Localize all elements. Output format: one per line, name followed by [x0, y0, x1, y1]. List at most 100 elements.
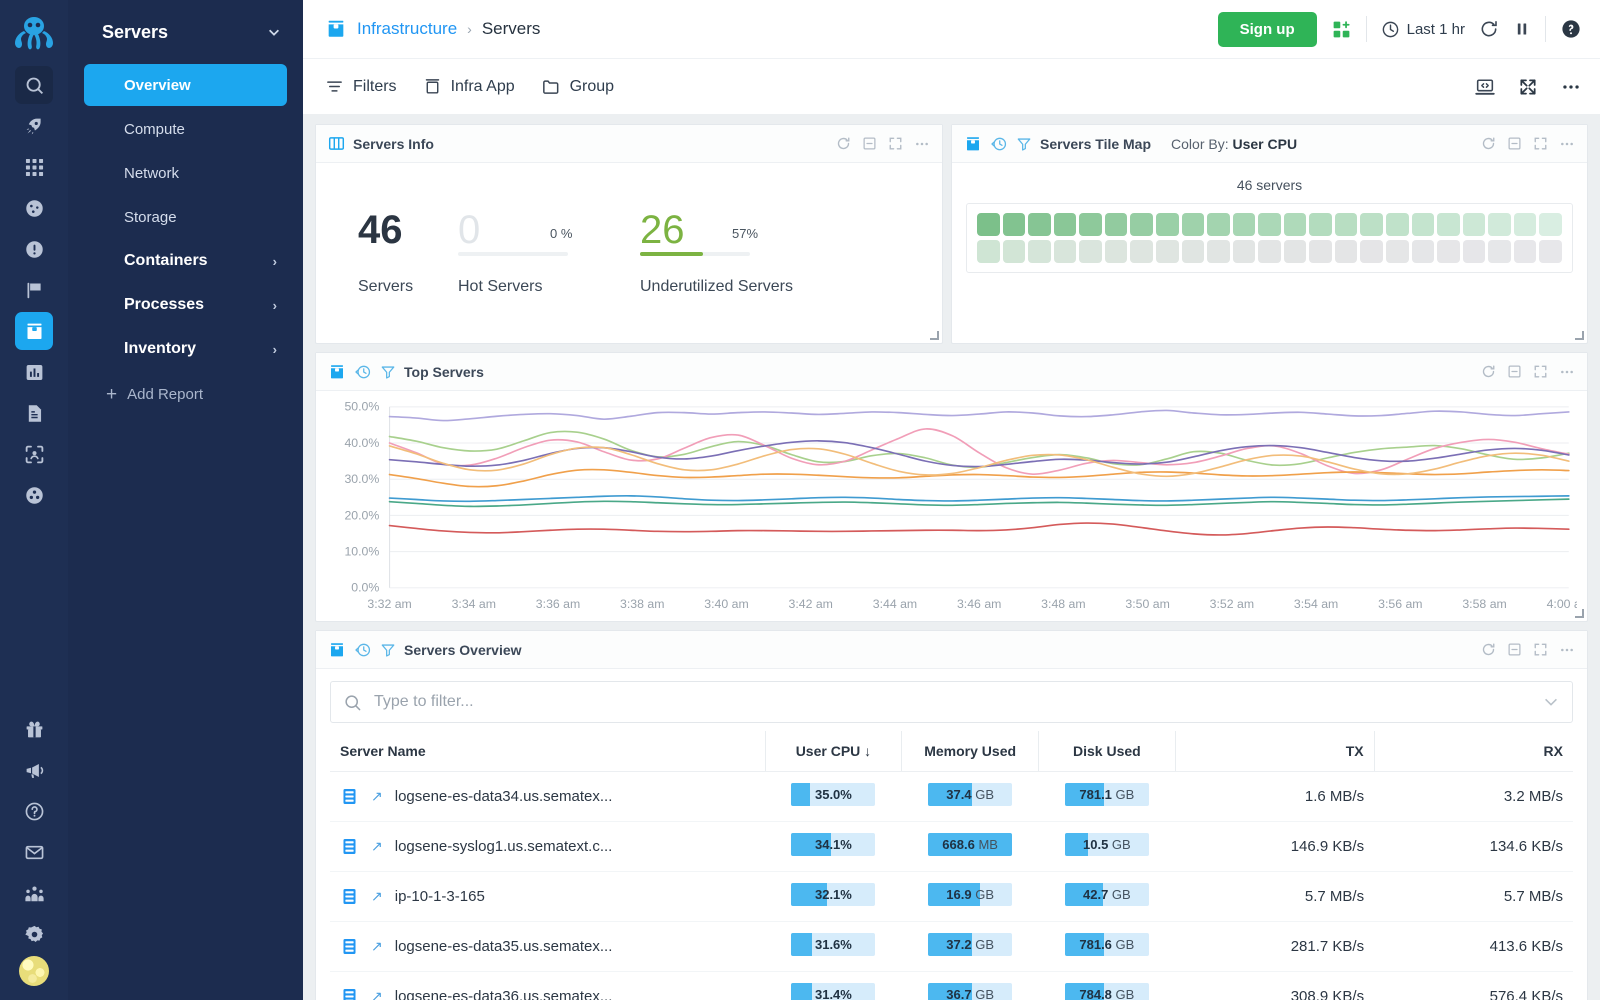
- server-tile[interactable]: [1386, 240, 1409, 263]
- sidebar-title-servers[interactable]: Servers: [84, 0, 287, 64]
- more-options-icon[interactable]: [1559, 364, 1575, 380]
- server-tile[interactable]: [1309, 213, 1332, 236]
- server-tile[interactable]: [1156, 213, 1179, 236]
- server-tile[interactable]: [1488, 240, 1511, 263]
- mail-icon[interactable]: [15, 833, 53, 871]
- server-tile[interactable]: [1514, 213, 1537, 236]
- server-tile[interactable]: [1258, 213, 1281, 236]
- sign-up-button[interactable]: Sign up: [1218, 12, 1317, 47]
- server-tile[interactable]: [1335, 213, 1358, 236]
- filter-funnel-icon[interactable]: [380, 642, 396, 658]
- time-range-picker[interactable]: Last 1 hr: [1381, 20, 1465, 39]
- server-tile[interactable]: [1003, 240, 1026, 263]
- server-tile[interactable]: [1335, 240, 1358, 263]
- breadcrumb-infrastructure[interactable]: Infrastructure: [357, 19, 457, 39]
- external-link-icon[interactable]: ↗: [371, 988, 383, 1000]
- server-tile[interactable]: [1488, 213, 1511, 236]
- server-tile[interactable]: [1079, 213, 1102, 236]
- minimize-icon[interactable]: [1507, 642, 1522, 657]
- rocket-icon[interactable]: [15, 107, 53, 145]
- minimize-icon[interactable]: [1507, 364, 1522, 379]
- sidebar-item-compute[interactable]: Compute: [84, 108, 287, 150]
- help-icon[interactable]: [1560, 18, 1582, 40]
- sidebar-item-storage[interactable]: Storage: [84, 196, 287, 238]
- refresh-icon[interactable]: [1481, 136, 1496, 151]
- sidebar-item-inventory[interactable]: Inventory›: [84, 328, 287, 370]
- user-scan-icon[interactable]: [15, 435, 53, 473]
- column-header-tx[interactable]: TX: [1175, 731, 1374, 772]
- minimize-icon[interactable]: [862, 136, 877, 151]
- add-dashboard-icon[interactable]: [1331, 19, 1352, 40]
- search-icon[interactable]: [15, 66, 53, 104]
- embed-code-icon[interactable]: [1474, 76, 1496, 98]
- filter-box[interactable]: [330, 681, 1573, 723]
- server-tile[interactable]: [1182, 213, 1205, 236]
- server-tile[interactable]: [977, 240, 1000, 263]
- table-row[interactable]: ↗logsene-es-data34.us.sematex...35.0%37.…: [330, 772, 1573, 822]
- filter-funnel-icon[interactable]: [380, 364, 396, 380]
- filters-button[interactable]: Filters: [325, 77, 397, 96]
- sidebar-item-processes[interactable]: Processes›: [84, 284, 287, 326]
- server-tile[interactable]: [1130, 240, 1153, 263]
- server-tile[interactable]: [1412, 240, 1435, 263]
- panel-resize-handle[interactable]: [1575, 609, 1584, 618]
- sidebar-item-network[interactable]: Network: [84, 152, 287, 194]
- time-history-icon[interactable]: [990, 135, 1008, 153]
- infra-app-button[interactable]: Infra App: [423, 77, 515, 96]
- alert-circle-icon[interactable]: [15, 230, 53, 268]
- expand-icon[interactable]: [1533, 136, 1548, 151]
- refresh-icon[interactable]: [1481, 642, 1496, 657]
- add-report-button[interactable]: + Add Report: [84, 372, 287, 416]
- team-icon[interactable]: [15, 874, 53, 912]
- more-options-icon[interactable]: [1560, 76, 1582, 98]
- refresh-icon[interactable]: [836, 136, 851, 151]
- server-tile[interactable]: [1514, 240, 1537, 263]
- soccer-ball-icon[interactable]: [15, 476, 53, 514]
- sidebar-item-containers[interactable]: Containers›: [84, 240, 287, 282]
- server-tile[interactable]: [1539, 240, 1562, 263]
- server-tile[interactable]: [1207, 240, 1230, 263]
- table-row[interactable]: ↗logsene-es-data35.us.sematex...31.6%37.…: [330, 922, 1573, 972]
- flag-icon[interactable]: [15, 271, 53, 309]
- server-tile[interactable]: [1309, 240, 1332, 263]
- more-options-icon[interactable]: [1559, 136, 1575, 152]
- chevron-down-icon[interactable]: [1542, 693, 1560, 711]
- server-tile[interactable]: [1028, 240, 1051, 263]
- server-tile[interactable]: [1105, 240, 1128, 263]
- server-tile[interactable]: [1258, 240, 1281, 263]
- avatar[interactable]: [19, 956, 49, 986]
- bar-chart-icon[interactable]: [15, 353, 53, 391]
- expand-icon[interactable]: [888, 136, 903, 151]
- expand-icon[interactable]: [1533, 364, 1548, 379]
- column-header-memory-used[interactable]: Memory Used: [902, 731, 1039, 772]
- column-header-rx[interactable]: RX: [1374, 731, 1573, 772]
- infrastructure-breadcrumb-icon[interactable]: [325, 18, 347, 40]
- table-row[interactable]: ↗logsene-es-data36.us.sematex...31.4%36.…: [330, 972, 1573, 1000]
- server-tile[interactable]: [1539, 213, 1562, 236]
- server-tile[interactable]: [1182, 240, 1205, 263]
- server-tile[interactable]: [1463, 213, 1486, 236]
- server-tile[interactable]: [1003, 213, 1026, 236]
- gift-icon[interactable]: [15, 710, 53, 748]
- refresh-icon[interactable]: [1479, 19, 1499, 39]
- filter-input[interactable]: [374, 693, 1530, 711]
- server-tile[interactable]: [1386, 213, 1409, 236]
- server-tile[interactable]: [1412, 213, 1435, 236]
- server-tile[interactable]: [1284, 213, 1307, 236]
- group-button[interactable]: Group: [541, 77, 614, 97]
- panel-resize-handle[interactable]: [930, 331, 939, 340]
- fullscreen-icon[interactable]: [1518, 77, 1538, 97]
- server-tile[interactable]: [1233, 213, 1256, 236]
- filter-funnel-icon[interactable]: [1016, 136, 1032, 152]
- expand-icon[interactable]: [1533, 642, 1548, 657]
- server-tile[interactable]: [1207, 213, 1230, 236]
- server-tile[interactable]: [977, 213, 1000, 236]
- color-by-value[interactable]: User CPU: [1233, 136, 1298, 152]
- megaphone-icon[interactable]: [15, 751, 53, 789]
- column-header-server-name[interactable]: Server Name: [330, 731, 765, 772]
- server-tile[interactable]: [1360, 240, 1383, 263]
- apps-grid-icon[interactable]: [15, 148, 53, 186]
- server-tile[interactable]: [1156, 240, 1179, 263]
- server-tile[interactable]: [1028, 213, 1051, 236]
- speedometer-icon[interactable]: [15, 189, 53, 227]
